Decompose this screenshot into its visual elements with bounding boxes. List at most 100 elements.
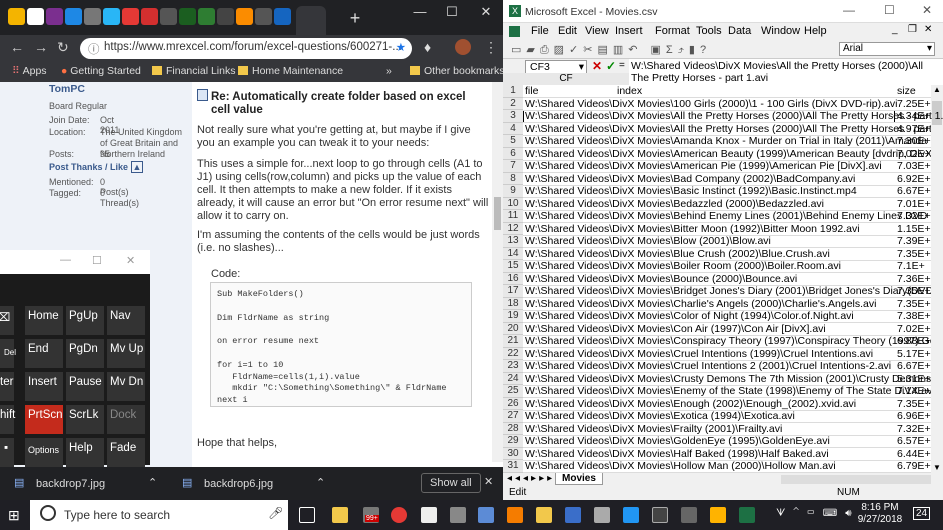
key-enter[interactable]: ter [0,372,14,401]
table-cell-file[interactable]: W:\Shared Videos\DivX Movies\American Pi… [523,160,882,173]
scroll-thumb[interactable] [494,197,501,230]
row-header[interactable]: 28 [503,422,523,435]
close-icon[interactable]: ✕ [922,3,932,17]
bookmark-star-icon[interactable]: ★ [396,40,406,54]
app-icon[interactable] [421,507,437,523]
row-header[interactable]: 31 [503,460,523,473]
table-cell-size[interactable]: 7.36E+ [895,273,931,286]
tab-favicon[interactable] [122,8,139,25]
row-header[interactable]: 29 [503,435,523,448]
table-cell-index[interactable] [615,248,895,261]
table-cell-file[interactable]: W:\Shared Videos\DivX Movies\Half Baked … [523,448,829,461]
tab-favicon[interactable] [84,8,101,25]
row-header[interactable]: 27 [503,410,523,423]
chevron-up-icon[interactable]: ⌃ [148,476,157,489]
table-cell-file[interactable]: W:\Shared Videos\DivX Movies\Bad Company… [523,173,855,186]
page-scrollbar[interactable] [492,82,503,462]
fx-icon[interactable]: = [619,60,625,71]
doc-restore-icon[interactable]: ❐ [908,24,917,35]
table-cell-size[interactable]: 7.35E+ [895,248,931,261]
table-cell-index[interactable] [615,148,895,161]
download-item[interactable]: backdrop7.jpg [36,478,105,490]
menu-file[interactable]: File [531,25,549,37]
row-header[interactable]: 17 [503,285,523,298]
clock[interactable]: 8:16 PM 9/27/2018 [855,502,905,526]
table-cell-index[interactable] [615,310,895,323]
minimize-icon[interactable]: — [410,4,430,19]
key-del[interactable]: Del [0,339,16,368]
bookmark-apps[interactable]: ⠿ Apps [12,65,47,77]
table-cell-size[interactable]: 7.01E+ [895,198,931,211]
bookmark-other[interactable]: Other bookmarks [410,65,503,77]
table-cell-index[interactable] [615,160,895,173]
table-cell-index[interactable] [615,360,895,373]
table-cell-file[interactable]: W:\Shared Videos\DivX Movies\All the Pre… [523,123,932,136]
minimize-icon[interactable]: — [843,3,855,17]
maximize-icon[interactable]: ☐ [442,4,462,20]
close-icon[interactable]: ✕ [476,4,496,20]
name-box[interactable]: CF3 ▾ [525,60,587,74]
table-cell-index[interactable] [615,335,895,348]
font-select[interactable]: Arial ▾ [839,42,935,56]
table-cell-index[interactable] [615,385,895,398]
table-cell-index[interactable] [615,235,895,248]
avatar[interactable] [455,39,471,55]
key-options[interactable]: Options [25,438,63,467]
table-cell-file[interactable]: W:\Shared Videos\DivX Movies\GoldenEye (… [523,435,830,448]
table-cell-file[interactable]: W:\Shared Videos\DivX Movies\Con Air (19… [523,323,826,336]
key-pgdn[interactable]: PgDn [66,339,104,368]
table-cell-index[interactable] [615,435,895,448]
sheet-tab-movies[interactable]: Movies [555,473,603,485]
excel-doc-icon[interactable] [509,26,520,37]
row-header[interactable]: 1 [503,85,523,98]
row-header[interactable]: 14 [503,247,523,260]
row-header[interactable]: 11 [503,210,523,223]
key-pause[interactable]: Pause [66,372,104,401]
task-view-icon[interactable] [299,507,315,523]
table-cell-file[interactable]: W:\Shared Videos\DivX Movies\Charlie's A… [523,298,876,311]
file-explorer-icon[interactable] [332,507,348,523]
row-header[interactable]: 2 [503,97,523,110]
extension-icon[interactable]: ♦ [424,39,431,55]
row-header[interactable]: 7 [503,160,523,173]
table-cell-size[interactable]: 7.35E+ [895,298,931,311]
menu-help[interactable]: Help [804,25,827,37]
doc-close-icon[interactable]: ✕ [924,24,932,35]
taskbar-search[interactable]: Type here to search 🎤︎ [30,500,288,530]
table-cell-size[interactable]: 6.44E+ [895,448,931,461]
store-icon[interactable] [710,507,726,523]
close-icon[interactable]: ✕ [484,475,493,488]
key-fade[interactable]: Fade [107,438,145,467]
table-cell-index[interactable] [615,135,895,148]
table-cell-file[interactable]: W:\Shared Videos\DivX Movies\Boiler Room… [523,260,841,273]
bookmark-home-maintenance[interactable]: Home Maintenance [238,65,343,77]
menu-data[interactable]: Data [728,25,751,37]
cancel-icon[interactable]: ✕ [592,59,602,73]
key-mv-dn[interactable]: Mv Dn [107,372,145,401]
key-mv-up[interactable]: Mv Up [107,339,145,368]
table-cell-size[interactable]: 6.79E+ [895,460,931,473]
key-pgup[interactable]: PgUp [66,306,104,335]
close-icon[interactable]: ✕ [126,254,135,267]
app-icon[interactable] [536,507,552,523]
menu-format[interactable]: Format [655,25,690,37]
table-cell-file[interactable]: W:\Shared Videos\DivX Movies\Bitter Moon… [523,223,860,236]
table-cell-file[interactable]: W:\Shared Videos\DivX Movies\Cruel Inten… [523,360,891,373]
table-cell-file[interactable]: W:\Shared Videos\DivX Movies\Blow (2001)… [523,235,771,248]
formula-input[interactable]: W:\Shared Videos\DivX Movies\All the Pre… [629,59,943,85]
table-cell-index[interactable] [615,398,895,411]
table-cell-index[interactable] [615,323,895,336]
table-cell-index[interactable] [615,173,895,186]
table-cell-index[interactable] [615,210,895,223]
tray-icons[interactable]: ᗐ⌃▭⌨🔊︎ [776,508,860,519]
tab-favicon[interactable] [198,8,215,25]
username[interactable]: TomPC [49,83,85,95]
bookmark-getting-started[interactable]: ● Getting Started [61,65,141,77]
tab-favicon[interactable] [160,8,177,25]
menu-edit[interactable]: Edit [558,25,577,37]
minimize-icon[interactable]: — [60,254,71,266]
table-cell-index[interactable] [615,348,895,361]
address-bar[interactable]: ⓘ https://www.mrexcel.com/forum/excel-qu… [80,38,412,59]
row-header[interactable]: 4 [503,122,523,135]
tab-favicon[interactable] [27,8,44,25]
